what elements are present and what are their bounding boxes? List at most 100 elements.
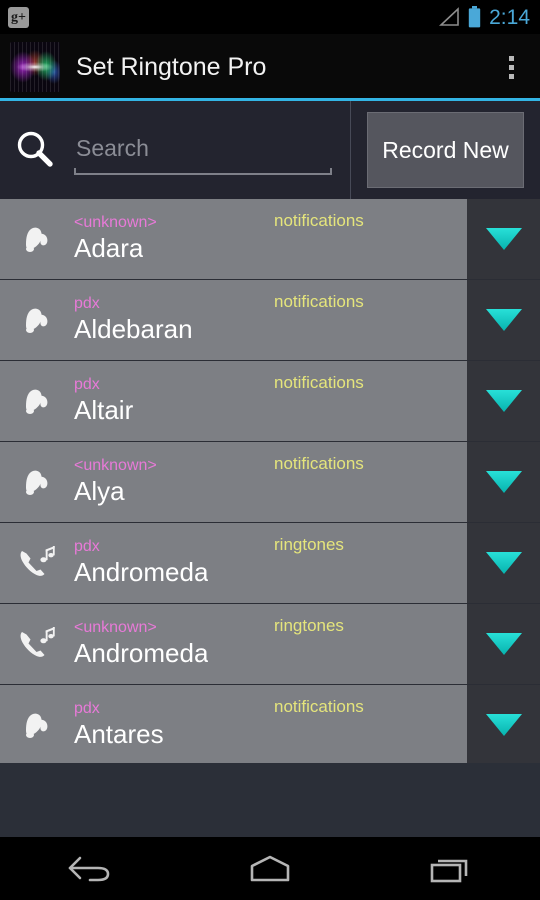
record-new-button[interactable]: Record New bbox=[367, 112, 524, 188]
caret-down-icon bbox=[485, 390, 522, 412]
recents-button[interactable] bbox=[360, 837, 540, 900]
caret-down-icon bbox=[485, 633, 522, 655]
table-row[interactable]: pdx notifications Aldebaran bbox=[0, 280, 540, 361]
ringtone-artist: <unknown> bbox=[74, 619, 157, 636]
bell-icon bbox=[26, 389, 48, 414]
home-button[interactable] bbox=[180, 837, 360, 900]
back-arrow-icon bbox=[68, 856, 110, 881]
ringtone-title: Aldebaran bbox=[74, 314, 193, 344]
ringtone-row-main[interactable]: pdx notifications Altair bbox=[0, 361, 467, 441]
ringtone-artist: pdx bbox=[74, 295, 100, 312]
caret-down-icon bbox=[485, 552, 522, 574]
bell-icon bbox=[26, 470, 48, 495]
ringtone-title: Altair bbox=[74, 395, 134, 425]
row-dropdown-button[interactable] bbox=[467, 442, 540, 522]
phone-music-icon bbox=[20, 546, 55, 576]
bell-icon bbox=[12, 296, 60, 344]
row-dropdown-button[interactable] bbox=[467, 361, 540, 441]
search-toolbar: Record New bbox=[0, 101, 540, 199]
back-button[interactable] bbox=[0, 837, 180, 900]
ringtone-artist: <unknown> bbox=[74, 214, 157, 231]
search-input[interactable] bbox=[74, 125, 332, 171]
ringtone-row-meta: pdx ringtones bbox=[74, 535, 467, 559]
table-row[interactable]: pdx notifications Altair bbox=[0, 361, 540, 442]
ringtone-artist: pdx bbox=[74, 376, 100, 393]
search-field bbox=[74, 125, 332, 175]
navigation-bar bbox=[0, 837, 540, 900]
battery-icon bbox=[468, 6, 481, 28]
action-bar: Set Ringtone Pro bbox=[0, 34, 540, 100]
ringtone-row-main[interactable]: pdx ringtones Andromeda bbox=[0, 523, 467, 603]
ringtone-artist: pdx bbox=[74, 538, 100, 555]
app-window: g+ 2:14 Set Ringtone Pro Search Record N… bbox=[0, 0, 540, 900]
signal-triangle-icon bbox=[439, 7, 459, 26]
ringtone-row-main[interactable]: <unknown> notifications Alya bbox=[0, 442, 467, 522]
row-dropdown-button[interactable] bbox=[467, 604, 540, 684]
search-section bbox=[0, 101, 351, 199]
table-row[interactable]: <unknown> ringtones Andromeda bbox=[0, 604, 540, 685]
status-clock: 2:14 bbox=[489, 5, 530, 29]
bell-icon bbox=[12, 458, 60, 506]
ringtone-row-meta: <unknown> notifications bbox=[74, 454, 467, 478]
home-icon bbox=[250, 855, 290, 881]
ringtone-title: Adara bbox=[74, 233, 144, 263]
page-title: Set Ringtone Pro bbox=[76, 52, 267, 81]
ringtone-row-main[interactable]: <unknown> notifications Adara bbox=[0, 199, 467, 279]
ringtone-list[interactable]: <unknown> notifications Adara pdx notificati… bbox=[0, 199, 540, 763]
ringtone-category: ringtones bbox=[274, 616, 344, 635]
ringtone-category: notifications bbox=[274, 697, 364, 716]
ringtone-artist: pdx bbox=[74, 700, 100, 717]
phone-music-icon bbox=[12, 539, 60, 587]
phone-music-icon bbox=[12, 620, 60, 668]
overflow-menu-icon[interactable] bbox=[494, 45, 528, 89]
ringtone-row-text: pdx notifications Altair bbox=[74, 373, 467, 429]
table-row[interactable]: <unknown> notifications Alya bbox=[0, 442, 540, 523]
table-row[interactable]: pdx ringtones Andromeda bbox=[0, 523, 540, 604]
ringtone-title: Andromeda bbox=[74, 557, 209, 587]
phone-music-icon bbox=[20, 627, 55, 657]
ringtone-row-text: <unknown> ringtones Andromeda bbox=[74, 616, 467, 672]
app-logo-waveform-icon bbox=[10, 42, 60, 92]
caret-down-icon bbox=[485, 228, 522, 250]
ringtone-row-main[interactable]: pdx notifications Aldebaran bbox=[0, 280, 467, 360]
bell-icon bbox=[26, 227, 48, 252]
row-dropdown-button[interactable] bbox=[467, 685, 540, 763]
table-row[interactable]: pdx notifications Antares bbox=[0, 685, 540, 763]
list-empty-area bbox=[0, 763, 540, 837]
ringtone-row-text: <unknown> notifications Adara bbox=[74, 211, 467, 267]
ringtone-artist: <unknown> bbox=[74, 457, 157, 474]
search-icon[interactable] bbox=[12, 127, 58, 173]
table-row[interactable]: <unknown> notifications Adara bbox=[0, 199, 540, 280]
ringtone-row-meta: <unknown> ringtones bbox=[74, 616, 467, 640]
ringtone-title: Andromeda bbox=[74, 638, 209, 668]
ringtone-row-meta: pdx notifications bbox=[74, 373, 467, 397]
ringtone-title: Antares bbox=[74, 719, 164, 749]
row-dropdown-button[interactable] bbox=[467, 280, 540, 360]
caret-down-icon bbox=[485, 309, 522, 331]
ringtone-row-main[interactable]: pdx notifications Antares bbox=[0, 685, 467, 763]
bell-icon bbox=[12, 215, 60, 263]
ringtone-row-text: pdx ringtones Andromeda bbox=[74, 535, 467, 591]
bell-icon bbox=[26, 308, 48, 333]
ringtone-row-text: pdx notifications Antares bbox=[74, 697, 467, 753]
recent-apps-icon bbox=[430, 859, 468, 882]
ringtone-row-text: pdx notifications Aldebaran bbox=[74, 292, 467, 348]
bell-icon bbox=[26, 713, 48, 738]
ringtone-row-main[interactable]: <unknown> ringtones Andromeda bbox=[0, 604, 467, 684]
record-section: Record New bbox=[351, 101, 540, 199]
ringtone-row-meta: pdx notifications bbox=[74, 697, 467, 721]
ringtone-row-text: <unknown> notifications Alya bbox=[74, 454, 467, 510]
ringtone-category: notifications bbox=[274, 373, 364, 392]
status-bar: g+ 2:14 bbox=[0, 0, 540, 34]
ringtone-title: Alya bbox=[74, 476, 125, 506]
google-plus-icon: g+ bbox=[8, 6, 29, 28]
caret-down-icon bbox=[485, 714, 522, 736]
bell-icon bbox=[12, 377, 60, 425]
row-dropdown-button[interactable] bbox=[467, 523, 540, 603]
ringtone-category: notifications bbox=[274, 211, 364, 230]
ringtone-category: notifications bbox=[274, 454, 364, 473]
row-dropdown-button[interactable] bbox=[467, 199, 540, 279]
ringtone-category: ringtones bbox=[274, 535, 344, 554]
ringtone-row-meta: <unknown> notifications bbox=[74, 211, 467, 235]
status-bar-right: 2:14 bbox=[438, 6, 530, 28]
